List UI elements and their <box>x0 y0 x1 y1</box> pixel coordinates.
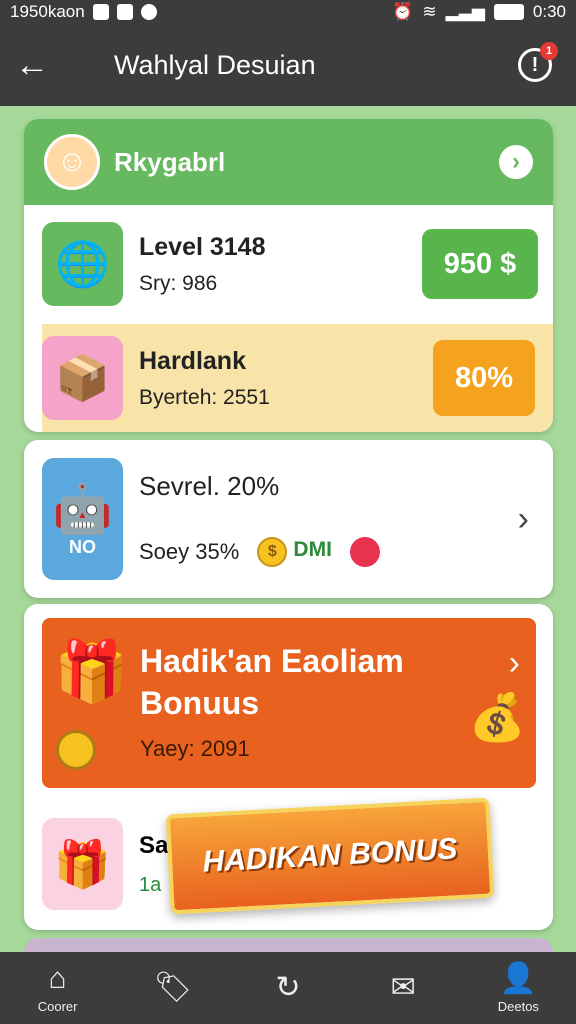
robot-glyph-icon: 🤖 <box>52 483 113 536</box>
profile-arrow-icon[interactable]: › <box>499 145 533 179</box>
battery-icon <box>493 4 524 20</box>
notification-badge: 1 <box>540 42 558 60</box>
sevrel-subtitle: Soey 35% <box>139 538 240 564</box>
globe-lamp-icon: 🌐 <box>42 222 123 306</box>
bonus-banner-label: HADIKAN BONUS <box>201 832 459 879</box>
profile-header[interactable]: ☺ Rkygabrl › <box>24 119 553 205</box>
robot-tile-label: NO <box>69 537 96 557</box>
refresh-icon: ↻ <box>275 971 301 1004</box>
home-icon: ⌂ <box>48 961 67 995</box>
hard-badge[interactable]: 80% <box>433 340 535 416</box>
back-button[interactable]: ← <box>0 24 64 106</box>
gift-title: Sa <box>139 831 169 859</box>
gift-box-icon: 🎁 <box>42 818 123 910</box>
mail-icon: ✉ <box>390 971 416 1004</box>
nav-item-mail[interactable]: ✉ <box>353 952 453 1024</box>
level-title: Level 3148 <box>139 232 266 261</box>
dm-label: DMI <box>293 538 332 561</box>
bottom-nav: ⌂ Coorer 🏷 ↻ ✉ 👤 Deetos <box>0 952 576 1024</box>
level-row[interactable]: 🌐 Level 3148 Sry: 986 950 $ <box>42 221 538 307</box>
clock-icon: ! <box>531 53 539 76</box>
status-time-left: 1950kaon <box>10 2 85 21</box>
status-time-right: 0:30 <box>532 2 566 21</box>
profile-name: Rkygabrl <box>114 146 226 177</box>
back-arrow-icon: ← <box>15 45 49 84</box>
profile-icon: 👤 <box>499 961 538 995</box>
page-title: Wahlyal Desuian <box>114 49 316 80</box>
bonus-title: Hadik'an Eaoliam Bonuus <box>140 643 404 721</box>
chevron-right-icon[interactable]: › <box>518 500 529 539</box>
sevrel-title: Sevrel. 20% <box>139 471 280 501</box>
nav-item-home[interactable]: ⌂ Coorer <box>8 952 108 1024</box>
gift-subtitle: 1a <box>139 873 162 896</box>
wifi-icon: ≋ <box>422 2 437 21</box>
hard-subtitle: Byerteh: 2551 <box>139 385 270 409</box>
hard-row[interactable]: 📦 Hardlank Byerteh: 2551 80% <box>42 324 553 432</box>
app-bar: ← Wahlyal Desuian ! 1 <box>0 24 576 106</box>
nav-label-profile: Deetos <box>497 998 539 1014</box>
hard-title: Hardlank <box>139 346 246 375</box>
nav-item-refresh[interactable]: ↻ <box>238 952 338 1024</box>
status-bar: 1950kaon ⏰ ≋ ▂▃▅ 0:30 <box>0 0 576 24</box>
gem-icon <box>349 536 380 567</box>
app-notification-icon <box>92 4 109 20</box>
app-notification-icon-3 <box>140 4 157 20</box>
tag-icon: 🏷 <box>153 971 192 1004</box>
coins-gift-icon: 💰 <box>468 691 526 743</box>
nav-item-tag[interactable]: 🏷 <box>123 952 223 1024</box>
avatar: ☺ <box>44 134 100 190</box>
signal-icon: ▂▃▅ <box>445 2 485 21</box>
level-subtitle: Sry: 986 <box>139 271 218 295</box>
alarm-icon: ⏰ <box>392 2 414 21</box>
coin-icon: $ <box>257 537 288 567</box>
nav-item-profile[interactable]: 👤 Deetos <box>468 952 568 1024</box>
chest-icon: 📦 <box>42 336 123 420</box>
chevron-right-icon[interactable]: › <box>509 644 520 683</box>
bonus-banner[interactable]: HADIKAN BONUS <box>165 797 495 915</box>
app-notification-icon-2 <box>116 4 133 20</box>
robot-icon: 🤖 NO <box>42 458 123 580</box>
bonus-subtitle: Yaey: 2091 <box>140 736 250 761</box>
level-badge[interactable]: 950 $ <box>422 229 538 299</box>
nav-label-home: Coorer <box>37 998 78 1014</box>
profile-card: ☺ Rkygabrl › 🌐 Level 3148 Sry: 986 950 $… <box>24 119 553 432</box>
treasure-chest-icon: 🎁 <box>54 638 129 705</box>
bonus-panel[interactable]: 🎁 Hadik'an Eaoliam Bonuus Yaey: 2091 › 💰 <box>42 618 536 788</box>
sevrel-card[interactable]: 🤖 NO Sevrel. 20% Soey 35% $ DMI › <box>24 440 553 598</box>
notification-button[interactable]: ! 1 <box>518 42 558 82</box>
coin-icon <box>56 730 96 770</box>
